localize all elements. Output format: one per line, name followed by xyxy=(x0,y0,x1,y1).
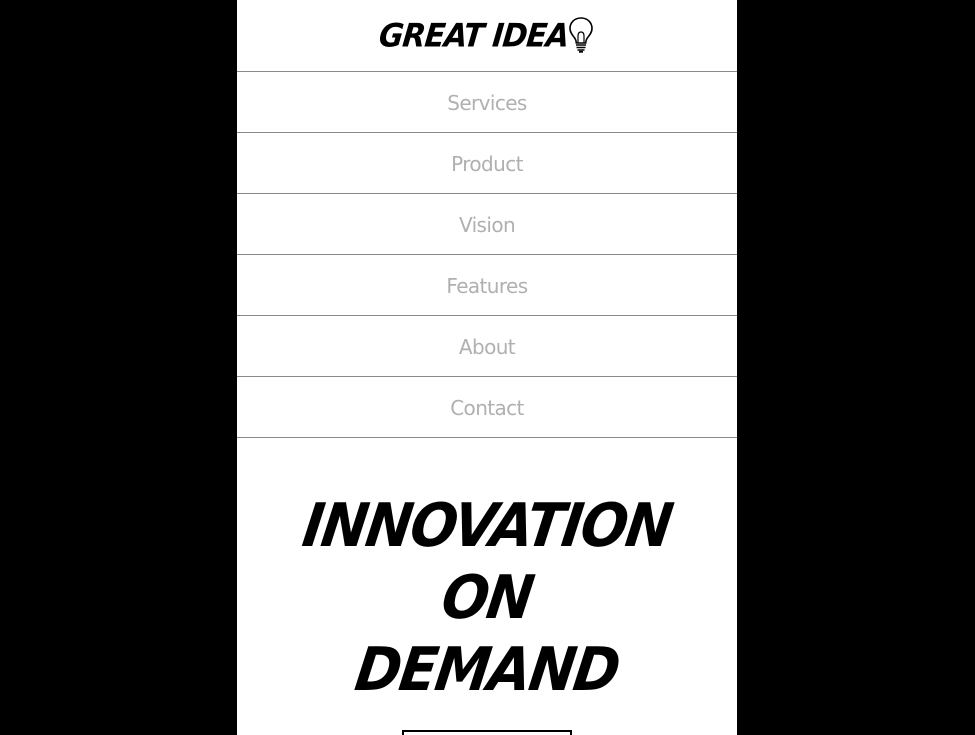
lightbulb-icon xyxy=(569,16,593,53)
logo-text: GREAT IDEA xyxy=(376,17,571,55)
nav-item-about[interactable]: About xyxy=(237,316,737,377)
hero-line-3: DEMAND xyxy=(350,635,623,705)
hero-line-2: ON xyxy=(437,563,537,633)
hero-line-1: INNOVATION xyxy=(298,491,676,561)
main-nav: Services Product Vision Features About C… xyxy=(237,72,737,438)
hero-cta-button[interactable] xyxy=(402,730,572,735)
hero-heading: INNOVATION ON DEMAND xyxy=(237,490,737,706)
nav-item-services[interactable]: Services xyxy=(237,72,737,133)
nav-item-vision[interactable]: Vision xyxy=(237,194,737,255)
nav-item-features[interactable]: Features xyxy=(237,255,737,316)
site-header: GREAT IDEA xyxy=(237,0,737,72)
nav-item-contact[interactable]: Contact xyxy=(237,377,737,438)
logo-link[interactable]: GREAT IDEA xyxy=(376,16,595,55)
page-container: GREAT IDEA Services Product Vision Featu… xyxy=(237,0,737,735)
nav-item-product[interactable]: Product xyxy=(237,133,737,194)
